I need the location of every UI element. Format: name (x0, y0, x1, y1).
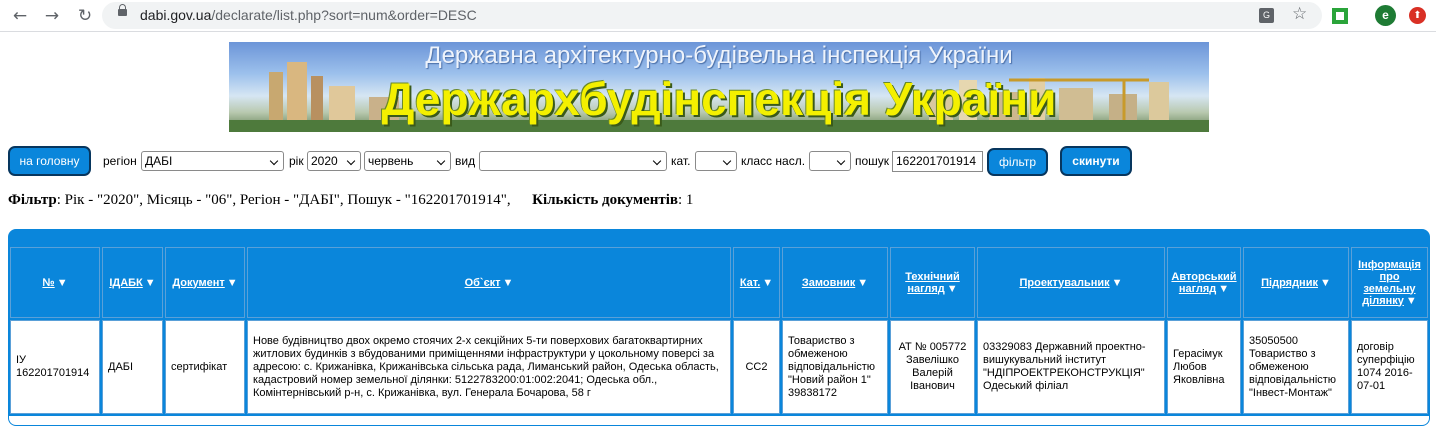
category-select[interactable] (695, 151, 737, 171)
banner-title: Держархбудінспекція України (381, 73, 1057, 125)
class-select[interactable] (809, 151, 851, 171)
update-icon[interactable]: ⬆ (1409, 7, 1426, 24)
cell-designer: 03329083 Державний проектно-вишукувальни… (977, 320, 1165, 414)
table-bottom-bar (8, 416, 1430, 426)
header-land-info[interactable]: Інформація про земельну ділянку ▼ (1351, 247, 1428, 318)
search-label: пошук (855, 154, 890, 168)
filter-summary: Фільтр: Рік - "2020", Місяць - "06", Рег… (8, 192, 693, 209)
reload-icon[interactable]: ↻ (73, 4, 97, 28)
filter-prefix: Фільтр (8, 192, 57, 208)
cell-idabk: ДАБІ (102, 320, 163, 414)
translate-icon[interactable]: G (1259, 8, 1274, 23)
lock-icon (118, 4, 127, 16)
results-table: № ▼ ІДАБК ▼ Документ ▼ Об`єкт ▼ Кат. ▼ Замовн… (8, 245, 1430, 416)
url-text: dabi.gov.ua/declarate/list.php?sort=num&… (140, 7, 477, 23)
table-top-bar (8, 229, 1430, 245)
filter-button[interactable]: фільтр (987, 148, 1048, 176)
search-input[interactable]: 162201701914 (892, 151, 983, 172)
reset-button[interactable]: скинути (1060, 146, 1132, 176)
document-count-value: : 1 (677, 192, 694, 208)
region-label: регіон (103, 154, 137, 168)
cell-tech-supervision: АТ № 005772 Завелішко Валерій Іванович (890, 320, 975, 414)
type-select[interactable] (479, 151, 667, 171)
extension-icon[interactable] (1332, 8, 1348, 24)
back-arrow-icon[interactable]: ← (8, 4, 32, 28)
cell-customer: Товариство з обмеженою відповідальністю … (782, 320, 888, 414)
header-object[interactable]: Об`єкт ▼ (247, 247, 731, 318)
document-count-label: Кількість документів (532, 192, 678, 208)
class-label: класс насл. (741, 154, 806, 168)
profile-avatar[interactable]: e (1375, 5, 1396, 26)
banner-subtitle: Державна архітектурно-будівельна інспекц… (425, 42, 1013, 69)
month-select[interactable]: червень (364, 151, 451, 171)
cell-num: ІУ 162201701914 (10, 320, 100, 414)
header-tech-supervision[interactable]: Технічний нагляд ▼ (890, 247, 975, 318)
year-select[interactable]: 2020 (307, 151, 361, 171)
cell-contractor: 35050500 Товариство з обмеженою відповід… (1243, 320, 1349, 414)
browser-toolbar: ← → ↻ dabi.gov.ua/declarate/list.php?sor… (0, 0, 1436, 32)
address-bar[interactable]: dabi.gov.ua/declarate/list.php?sort=num&… (102, 2, 1322, 29)
home-button[interactable]: на головну (8, 146, 91, 176)
cell-document: сертифікат (165, 320, 245, 414)
cell-land-info: договір суперфіцію 1074 2016-07-01 (1351, 320, 1428, 414)
site-banner: Державна архітектурно-будівельна інспекц… (229, 42, 1209, 132)
year-label: рік (289, 154, 304, 168)
header-num[interactable]: № ▼ (10, 247, 100, 318)
header-contractor[interactable]: Підрядник ▼ (1243, 247, 1349, 318)
header-idabk[interactable]: ІДАБК ▼ (102, 247, 163, 318)
header-customer[interactable]: Замовник ▼ (782, 247, 888, 318)
filter-text: : Рік - "2020", Місяць - "06", Регіон - … (56, 192, 511, 208)
header-author-supervision[interactable]: Авторський нагляд ▼ (1167, 247, 1241, 318)
category-label: кат. (671, 154, 691, 168)
cell-category: СС2 (733, 320, 780, 414)
cell-object: Нове будівництво двох окремо стоячих 2-х… (247, 320, 731, 414)
header-category[interactable]: Кат. ▼ (733, 247, 780, 318)
forward-arrow-icon[interactable]: → (40, 4, 64, 28)
header-designer[interactable]: Проектувальник ▼ (977, 247, 1165, 318)
cell-author-supervision: Герасімук Любов Яковлівна (1167, 320, 1241, 414)
type-label: вид (455, 154, 476, 168)
bookmark-star-icon[interactable]: ☆ (1292, 4, 1307, 24)
region-select[interactable]: ДАБІ (141, 151, 284, 171)
header-document[interactable]: Документ ▼ (165, 247, 245, 318)
